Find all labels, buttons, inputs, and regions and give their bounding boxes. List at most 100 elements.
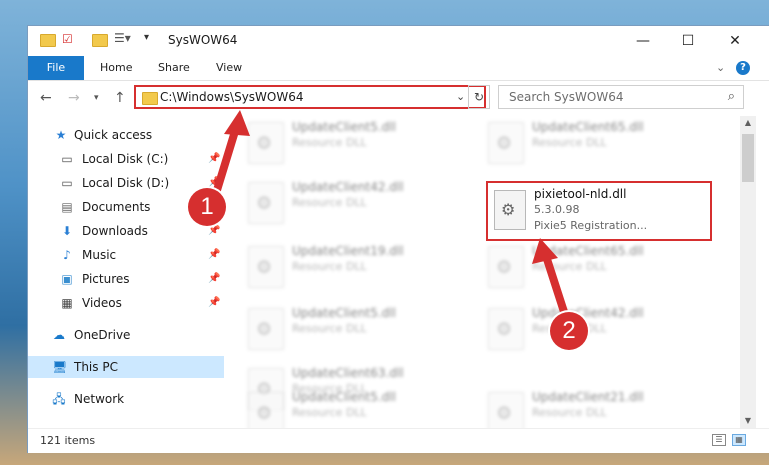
sidebar-item-label: Documents	[82, 200, 151, 214]
list-item[interactable]: UpdateClient5.dll Resource DLL	[242, 116, 472, 170]
status-bar: 121 items ☰ ▦	[28, 428, 769, 453]
back-icon[interactable]: ←	[40, 90, 52, 106]
pin-icon: 📌	[208, 249, 221, 260]
minimize-button[interactable]: —	[628, 30, 658, 52]
file-type: Resource DLL	[292, 260, 367, 273]
list-item[interactable]: UpdateClient5.dll Resource DLL	[242, 386, 472, 428]
dll-file-icon	[494, 190, 526, 230]
sidebar-item-label: Videos	[82, 296, 122, 310]
ribbon-tabs: File Home Share View ⌄ ?	[28, 56, 769, 81]
up-icon[interactable]: ↑	[114, 90, 126, 106]
list-item[interactable]: UpdateClient19.dll Resource DLL	[242, 240, 472, 294]
drive-icon: ▭	[61, 176, 73, 190]
videos-icon: ▦	[61, 296, 73, 310]
sidebar-item-label: Local Disk (D:)	[82, 176, 170, 190]
file-type: Resource DLL	[292, 136, 367, 149]
sidebar-item-downloads[interactable]: ⬇ Downloads 📌	[28, 220, 224, 242]
search-input[interactable]: Search SysWOW64 ⌕	[498, 85, 744, 109]
file-name: UpdateClient19.dll	[292, 244, 404, 258]
search-icon: ⌕	[727, 89, 735, 104]
dll-file-icon	[488, 122, 524, 164]
file-type: Resource DLL	[292, 406, 367, 419]
file-type: Resource DLL	[532, 136, 607, 149]
list-item[interactable]: UpdateClient65.dll Resource DLL	[482, 240, 712, 294]
sidebar-item-label: OneDrive	[74, 328, 131, 342]
expand-ribbon-icon[interactable]: ⌄	[716, 61, 725, 74]
address-path: C:\Windows\SysWOW64	[160, 90, 304, 104]
sidebar-item-onedrive[interactable]: ☁ OneDrive	[28, 324, 224, 346]
scroll-up-icon[interactable]: ▲	[740, 116, 756, 130]
dll-file-icon	[488, 392, 524, 428]
documents-icon: ▤	[61, 200, 73, 214]
tab-view[interactable]: View	[216, 56, 242, 80]
item-count: 121 items	[40, 434, 96, 447]
scroll-down-icon[interactable]: ▼	[740, 414, 756, 428]
new-folder-icon[interactable]	[92, 34, 108, 47]
properties-icon[interactable]: ☑	[62, 32, 73, 46]
tab-file[interactable]: File	[28, 56, 84, 80]
forward-icon[interactable]: →	[68, 90, 80, 106]
refresh-button[interactable]: ↻	[468, 85, 490, 109]
step-1-badge: 1	[188, 188, 226, 226]
sidebar-item-this-pc[interactable]: 🖥 This PC	[28, 356, 224, 378]
maximize-button[interactable]: ☐	[673, 30, 703, 52]
address-bar[interactable]: C:\Windows\SysWOW64 ⌄	[134, 85, 486, 109]
window-title: SysWOW64	[168, 33, 238, 47]
file-name: UpdateClient5.dll	[292, 306, 396, 320]
scroll-thumb[interactable]	[742, 134, 754, 182]
download-icon: ⬇	[61, 224, 73, 238]
folder-icon	[40, 34, 56, 47]
folder-icon	[142, 92, 158, 105]
sidebar-item-label: Network	[74, 392, 125, 406]
pin-icon: 📌	[208, 153, 221, 164]
sidebar-item-label: Pictures	[82, 272, 130, 286]
close-button[interactable]: ✕	[720, 30, 750, 52]
file-list: UpdateClient5.dll Resource DLL UpdateCli…	[228, 116, 738, 428]
details-view-icon[interactable]: ☰	[712, 434, 726, 446]
sidebar-item-local-disk-d[interactable]: ▭ Local Disk (D:) 📌	[28, 172, 224, 194]
dll-file-icon	[248, 392, 284, 428]
file-version: 5.3.0.98	[534, 203, 580, 216]
recent-locations-icon[interactable]: ▾	[94, 93, 99, 103]
help-icon[interactable]: ?	[736, 61, 750, 75]
star-icon: ★	[55, 128, 67, 142]
cloud-icon: ☁	[53, 328, 65, 342]
dll-file-icon	[488, 308, 524, 350]
dll-file-icon	[248, 246, 284, 288]
list-item[interactable]: UpdateClient5.dll Resource DLL	[242, 302, 472, 356]
sidebar-item-label: Music	[82, 248, 117, 262]
file-name: UpdateClient65.dll	[532, 120, 644, 134]
file-type: Resource DLL	[532, 260, 607, 273]
sidebar-item-local-disk-c[interactable]: ▭ Local Disk (C:) 📌	[28, 148, 224, 170]
tab-share[interactable]: Share	[158, 56, 190, 80]
highlighted-file-item[interactable]: pixietool-nld.dll 5.3.0.98 Pixie5 Regist…	[486, 181, 712, 241]
sidebar-item-label: This PC	[74, 360, 118, 374]
list-item[interactable]: UpdateClient21.dll Resource DLL	[482, 386, 712, 428]
pictures-icon: ▣	[61, 272, 73, 286]
sidebar-item-label: Quick access	[74, 128, 153, 142]
sidebar-item-videos[interactable]: ▦ Videos 📌	[28, 292, 224, 314]
chevron-down-icon[interactable]: ⌄	[456, 90, 465, 103]
sidebar-item-music[interactable]: ♪ Music 📌	[28, 244, 224, 266]
tab-home[interactable]: Home	[100, 56, 132, 80]
chevron-down-icon[interactable]: ▾	[144, 32, 149, 43]
file-name: UpdateClient65.dll	[532, 244, 644, 258]
tiles-view-icon[interactable]: ▦	[732, 434, 746, 446]
sidebar-item-network[interactable]: 🖧 Network	[28, 388, 224, 410]
file-name: UpdateClient63.dll	[292, 366, 404, 380]
customize-toolbar-icon[interactable]: ☰▾	[114, 31, 131, 45]
dll-file-icon	[488, 246, 524, 288]
file-type: Resource DLL	[532, 406, 607, 419]
list-item[interactable]: UpdateClient42.dll Resource DLL	[482, 302, 712, 356]
vertical-scrollbar[interactable]: ▲ ▼	[740, 116, 756, 428]
list-item[interactable]: UpdateClient65.dll Resource DLL	[482, 116, 712, 170]
sidebar-item-quick-access[interactable]: ★ Quick access	[28, 124, 224, 146]
list-item[interactable]: UpdateClient42.dll Resource DLL	[242, 176, 472, 230]
sidebar-item-pictures[interactable]: ▣ Pictures 📌	[28, 268, 224, 290]
title-bar: ☑ ☰▾ ▾ SysWOW64 — ☐ ✕	[28, 26, 769, 56]
dll-file-icon	[248, 308, 284, 350]
navigation-pane: ★ Quick access ▭ Local Disk (C:) 📌 ▭ Loc…	[28, 116, 224, 428]
file-description: Pixie5 Registration...	[534, 219, 648, 232]
sidebar-item-label: Downloads	[82, 224, 148, 238]
drive-icon: ▭	[61, 152, 73, 166]
